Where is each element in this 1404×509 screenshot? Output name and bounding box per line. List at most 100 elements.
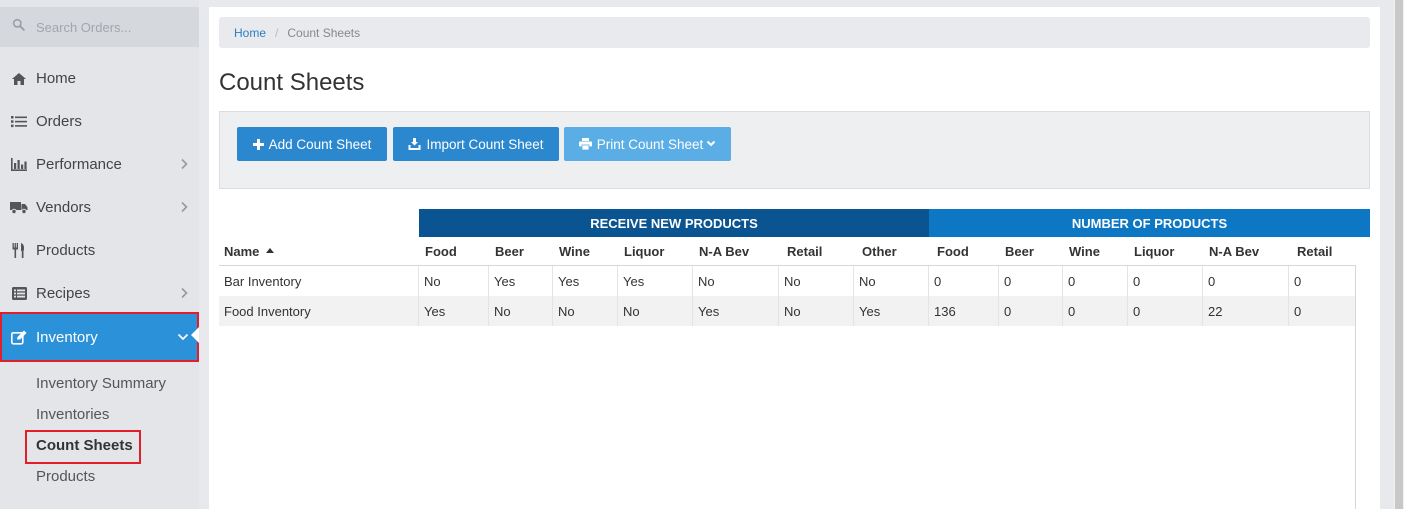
cell: 0 xyxy=(1202,266,1288,296)
page-scrollbar[interactable] xyxy=(1394,0,1404,509)
import-count-sheet-label: Import Count Sheet xyxy=(426,136,544,152)
nav-item-performance[interactable]: Performance xyxy=(0,143,199,186)
cell: Yes xyxy=(552,266,617,296)
chevron-right-icon xyxy=(181,201,188,213)
home-icon xyxy=(10,71,28,87)
nav-item-vendors[interactable]: Vendors xyxy=(0,186,199,229)
cell: 22 xyxy=(1202,296,1288,326)
nav-item-inventory[interactable]: Inventory xyxy=(0,312,199,362)
cell: 0 xyxy=(1127,296,1202,326)
search-input[interactable] xyxy=(36,19,186,35)
chevron-down-icon xyxy=(177,333,189,341)
column-header-label: Name xyxy=(224,243,260,259)
nav-item-label: Home xyxy=(36,70,77,87)
add-count-sheet-label: Add Count Sheet xyxy=(268,136,372,152)
cell: 136 xyxy=(928,296,998,326)
cell: No xyxy=(853,266,928,296)
column-header-name[interactable]: Name xyxy=(219,237,418,265)
column-header-other[interactable]: Other xyxy=(857,237,929,265)
table-row[interactable]: Bar Inventory No Yes Yes Yes No No No 0 … xyxy=(219,266,1355,296)
cell: 0 xyxy=(1288,296,1355,326)
import-count-sheet-button[interactable]: Import Count Sheet xyxy=(393,127,559,161)
search-box[interactable] xyxy=(0,7,199,47)
cell: Yes xyxy=(853,296,928,326)
column-header-wine-count[interactable]: Wine xyxy=(1064,237,1129,265)
plus-icon xyxy=(252,138,264,150)
column-header-beer-count[interactable]: Beer xyxy=(1000,237,1064,265)
list-icon xyxy=(10,114,28,130)
nav-item-label: Orders xyxy=(36,113,82,130)
nav-item-label: Products xyxy=(36,242,96,259)
list-alt-icon xyxy=(10,286,28,302)
column-header-beer[interactable]: Beer xyxy=(490,237,554,265)
cell: No xyxy=(552,296,617,326)
cell: Yes xyxy=(692,296,778,326)
nav-item-orders[interactable]: Orders xyxy=(0,100,199,143)
column-header-liquor-count[interactable]: Liquor xyxy=(1129,237,1204,265)
table-border xyxy=(1355,265,1356,509)
nav-item-label: Vendors xyxy=(36,199,92,216)
cell: Yes xyxy=(488,266,552,296)
nav-item-home[interactable]: Home xyxy=(0,57,199,100)
edit-icon xyxy=(10,329,28,345)
print-count-sheet-label: Print Count Sheet xyxy=(596,136,704,152)
print-count-sheet-button[interactable]: Print Count Sheet xyxy=(564,127,731,161)
chevron-right-icon xyxy=(181,287,188,299)
column-header-na-bev-count[interactable]: N-A Bev xyxy=(1204,237,1289,265)
group-header-receive: RECEIVE NEW PRODUCTS xyxy=(419,209,929,237)
cell: 0 xyxy=(1288,266,1355,296)
subnav-products[interactable]: Products xyxy=(36,468,95,485)
cell: No xyxy=(692,266,778,296)
bar-chart-icon xyxy=(10,157,28,173)
nav-item-recipes[interactable]: Recipes xyxy=(0,272,199,315)
scrollbar-thumb[interactable] xyxy=(1395,0,1403,509)
breadcrumb: Home / Count Sheets xyxy=(219,17,1370,48)
subnav-inventory-summary[interactable]: Inventory Summary xyxy=(36,375,166,392)
column-header-na-bev[interactable]: N-A Bev xyxy=(694,237,779,265)
cell: Yes xyxy=(418,296,488,326)
truck-icon xyxy=(10,200,28,216)
search-icon xyxy=(12,18,25,36)
import-icon xyxy=(408,138,421,150)
column-header-retail-count[interactable]: Retail xyxy=(1292,237,1358,265)
caret-down-icon xyxy=(707,140,716,147)
table-row[interactable]: Food Inventory Yes No No No Yes No Yes 1… xyxy=(219,296,1355,326)
cell: 0 xyxy=(998,266,1062,296)
cell: 0 xyxy=(1062,266,1127,296)
sidebar: Home Orders Performance Vendors Products… xyxy=(0,0,199,509)
main-content: Home / Count Sheets Count Sheets Add Cou… xyxy=(209,7,1380,509)
group-header-number: NUMBER OF PRODUCTS xyxy=(929,209,1370,237)
cell-name: Bar Inventory xyxy=(224,273,302,289)
print-icon xyxy=(578,138,592,150)
chevron-right-icon xyxy=(181,158,188,170)
cell: No xyxy=(778,266,853,296)
breadcrumb-current: Count Sheets xyxy=(287,25,361,40)
add-count-sheet-button[interactable]: Add Count Sheet xyxy=(237,127,387,161)
column-header-retail[interactable]: Retail xyxy=(782,237,857,265)
cell: 0 xyxy=(1127,266,1202,296)
cutlery-icon xyxy=(10,243,28,259)
cell-name: Food Inventory xyxy=(224,303,311,319)
nav-item-label: Performance xyxy=(36,156,122,173)
cell: No xyxy=(617,296,692,326)
column-header-liquor[interactable]: Liquor xyxy=(619,237,694,265)
cell: Yes xyxy=(617,266,692,296)
nav-item-label: Inventory xyxy=(36,328,98,346)
cell: 0 xyxy=(928,266,998,296)
cell: No xyxy=(778,296,853,326)
nav-item-products[interactable]: Products xyxy=(0,229,199,272)
toolbar: Add Count Sheet Import Count Sheet Print… xyxy=(219,111,1370,189)
sort-asc-icon xyxy=(266,247,275,253)
cell: No xyxy=(418,266,488,296)
subnav-inventories[interactable]: Inventories xyxy=(36,406,109,423)
column-header-food[interactable]: Food xyxy=(420,237,485,265)
breadcrumb-home-link[interactable]: Home xyxy=(234,26,266,40)
column-header-wine[interactable]: Wine xyxy=(554,237,619,265)
column-header-food-count[interactable]: Food xyxy=(932,237,1000,265)
cell: 0 xyxy=(1062,296,1127,326)
active-pointer xyxy=(191,327,199,343)
subnav-count-sheets[interactable]: Count Sheets xyxy=(36,437,133,454)
cell: 0 xyxy=(998,296,1062,326)
page-title: Count Sheets xyxy=(219,69,365,96)
cell: No xyxy=(488,296,552,326)
